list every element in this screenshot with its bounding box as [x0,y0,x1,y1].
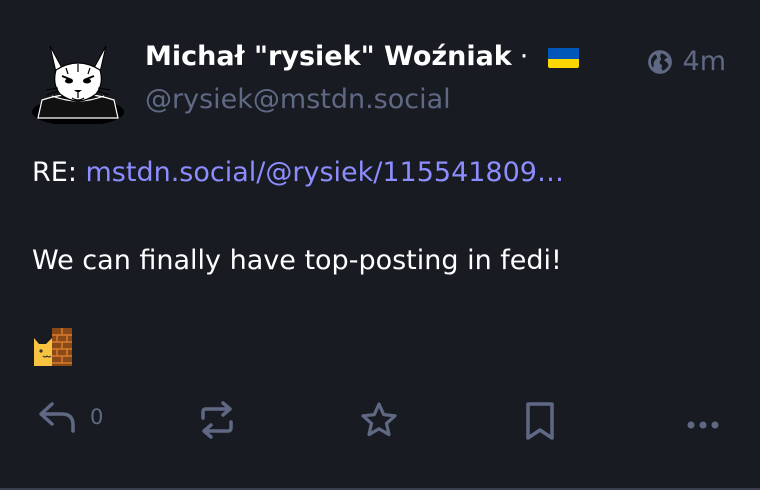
boost-button[interactable] [199,400,235,440]
name-separator: · [519,41,529,72]
globe-icon [647,49,672,74]
more-icon [687,421,719,429]
display-name-text: Michał "rysiek" Woźniak [145,41,512,72]
quote-line: RE: mstdn.social/@rysiek/115541809… [32,153,564,193]
post-timestamp[interactable]: 4m [683,46,726,77]
status-post[interactable]: Michał "rysiek" Woźniak · @rysiek@mstdn.… [0,0,760,490]
reply-icon [39,402,75,433]
quote-prefix: RE: [32,157,86,188]
ukraine-flag-icon [548,46,580,68]
post-meta[interactable]: 4m [647,46,726,77]
author-handle[interactable]: @rysiek@mstdn.social [145,84,451,115]
bookmark-button[interactable] [524,400,558,442]
bookmark-icon [526,402,554,440]
reply-count: 0 [90,405,104,429]
star-icon [361,402,397,437]
favourite-button[interactable] [359,400,399,440]
avatar[interactable] [32,38,124,124]
post-actions: 0 [0,400,760,448]
cat-peeking-behind-wall-emoji [32,326,74,368]
reply-button[interactable]: 0 [38,400,103,434]
boost-icon [201,401,233,439]
lynx-avatar-icon [32,38,124,124]
author-display-name[interactable]: Michał "rysiek" Woźniak · [145,41,580,72]
quoted-post-link[interactable]: mstdn.social/@rysiek/115541809… [86,157,564,188]
more-button[interactable] [686,408,720,442]
post-text: We can finally have top-posting in fedi! [32,245,562,276]
post-content: RE: mstdn.social/@rysiek/115541809… We c… [32,153,564,281]
